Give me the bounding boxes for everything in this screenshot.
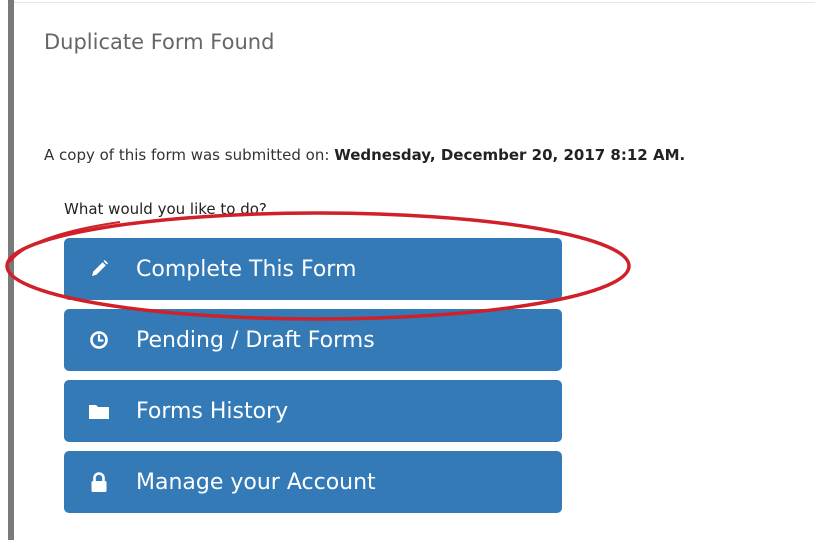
manage-your-account-button[interactable]: Manage your Account [64,451,562,513]
pencil-icon [88,258,110,280]
complete-this-form-label: Complete This Form [136,256,357,282]
pending-draft-forms-button[interactable]: Pending / Draft Forms [64,309,562,371]
panel-top-border [14,2,815,3]
forms-history-button[interactable]: Forms History [64,380,562,442]
dialog-title: Duplicate Form Found [44,30,275,54]
submission-message: A copy of this form was submitted on: We… [44,146,685,164]
pending-draft-forms-label: Pending / Draft Forms [136,327,375,353]
submission-message-prefix: A copy of this form was submitted on: [44,146,335,164]
manage-your-account-label: Manage your Account [136,469,376,495]
panel-left-border [8,0,14,540]
forms-history-label: Forms History [136,398,289,424]
folder-icon [88,400,110,422]
duplicate-form-panel: Duplicate Form Found A copy of this form… [0,0,815,540]
clock-icon [88,329,110,351]
lock-icon [88,471,110,493]
complete-this-form-button[interactable]: Complete This Form [64,238,562,300]
submission-date: Wednesday, December 20, 2017 8:12 AM. [334,146,686,164]
action-list: Complete This Form Pending / Draft Forms… [64,238,562,522]
action-question: What would you like to do? [64,200,267,218]
